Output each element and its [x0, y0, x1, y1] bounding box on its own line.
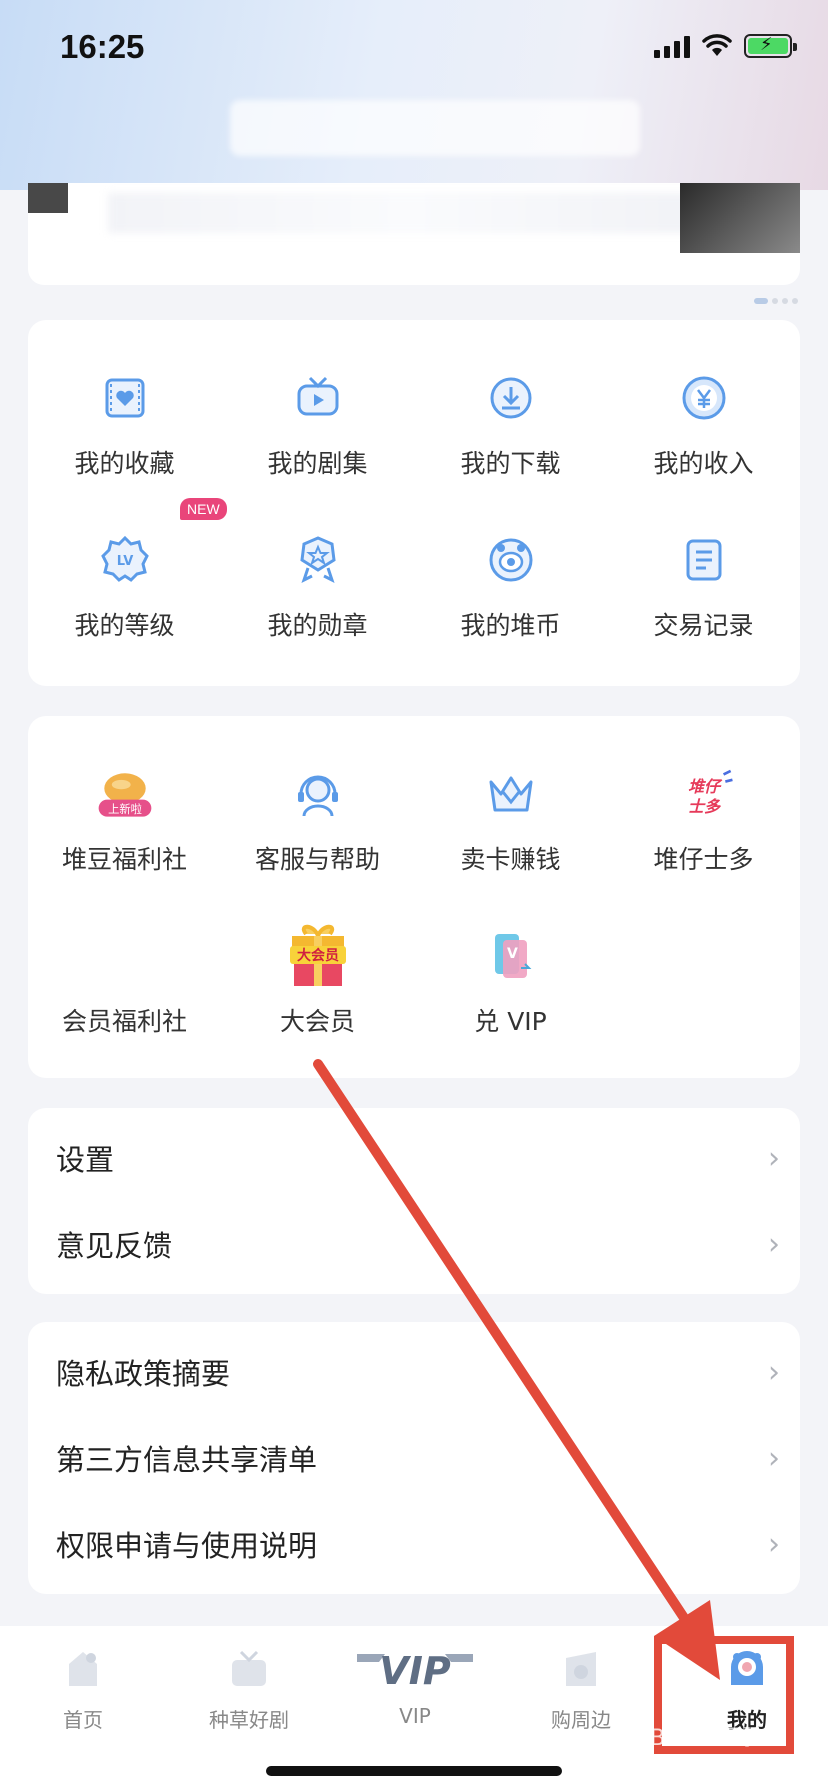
tab-shop-label: 购周边 [551, 1708, 611, 1732]
status-bar: 16:25 ⚡ [0, 0, 828, 100]
service-item[interactable]: 大会员 大会员 [221, 878, 414, 1040]
service-item-label: 堆仔士多 [653, 845, 754, 874]
svg-text:士多: 士多 [687, 797, 721, 816]
wifi-icon [702, 34, 732, 56]
account-feature-item[interactable]: 我的收入 [607, 320, 800, 482]
third-party-sharing-row[interactable]: 第三方信息共享清单 › [28, 1415, 800, 1501]
chevron-right-icon: › [768, 1140, 780, 1176]
headset-icon [286, 762, 350, 826]
service-item[interactable]: V 兑 VIP [414, 878, 607, 1040]
service-item-label: 会员福利社 [61, 1007, 187, 1036]
carousel-pager [754, 298, 798, 304]
level-badge-icon: LV [93, 528, 157, 592]
account-feature-item-label: 我的剧集 [267, 449, 368, 478]
account-feature-item[interactable]: 我的堆币 [414, 482, 607, 644]
third-party-sharing-label: 第三方信息共享清单 [56, 1443, 318, 1477]
chevron-right-icon: › [768, 1226, 780, 1262]
account-feature-item-label: 我的勋章 [267, 611, 368, 640]
home-icon [58, 1644, 108, 1694]
tab-home[interactable]: 首页 [0, 1626, 166, 1756]
svg-text:V: V [507, 946, 518, 962]
svg-text:大会员: 大会员 [297, 947, 339, 964]
store-logo-icon: 堆仔 士多 [672, 762, 736, 826]
chevron-right-icon: › [768, 1354, 780, 1390]
document-list-icon [672, 528, 736, 592]
shop-icon [556, 1644, 606, 1694]
permissions-row[interactable]: 权限申请与使用说明 › [28, 1501, 800, 1587]
account-feature-item[interactable]: 我的下载 [414, 320, 607, 482]
privacy-summary-label: 隐私政策摘要 [56, 1357, 231, 1391]
feedback-label: 意见反馈 [56, 1229, 173, 1263]
service-item[interactable]: 堆仔 士多 堆仔士多 [607, 716, 800, 878]
service-item-label: 兑 VIP [474, 1007, 547, 1036]
tv-icon [224, 1644, 274, 1694]
account-feature-item-label: 我的堆币 [460, 611, 561, 640]
vip-card-icon: V [479, 924, 543, 988]
service-item-label: 大会员 [279, 1007, 355, 1036]
account-feature-item-label: 交易记录 [653, 611, 754, 640]
banner-carousel[interactable] [28, 183, 800, 285]
service-item-label: 堆豆福利社 [61, 845, 187, 874]
account-features-card: 我的收藏 我的剧集 我的下载 我的收入 LV 我的等级 NEW 我的勋章 我的堆币 交易记录 [28, 320, 800, 686]
tv-play-icon [286, 366, 350, 430]
tab-recommend[interactable]: 种草好剧 [166, 1626, 332, 1756]
service-item[interactable]: 上新啦 堆豆福利社 [28, 716, 221, 878]
services-card: 上新啦 堆豆福利社 客服与帮助 卖卡赚钱 堆仔 士多 堆仔士多 会员福利社 大会员 大会员 V 兑 V… [28, 716, 800, 1078]
privacy-summary-row[interactable]: 隐私政策摘要 › [28, 1329, 800, 1415]
account-feature-item[interactable]: LV 我的等级 NEW [28, 482, 227, 644]
new-badge: NEW [180, 498, 227, 520]
svg-text:堆仔: 堆仔 [687, 777, 722, 796]
service-item[interactable]: 卖卡赚钱 [414, 716, 607, 878]
settings-row[interactable]: 设置 › [28, 1115, 800, 1201]
chevron-right-icon: › [768, 1526, 780, 1562]
home-indicator [266, 1766, 562, 1776]
tab-home-label: 首页 [63, 1708, 103, 1732]
yuan-coin-icon [672, 366, 736, 430]
service-item[interactable]: 客服与帮助 [221, 716, 414, 878]
account-feature-item-label: 我的收入 [653, 449, 754, 478]
account-feature-item[interactable]: 我的收藏 [28, 320, 221, 482]
status-time: 16:25 [60, 28, 145, 65]
tab-shop[interactable]: 购周边 [498, 1626, 664, 1756]
account-feature-item-label: 我的收藏 [74, 449, 175, 478]
service-item[interactable]: 会员福利社 [28, 878, 221, 1040]
account-feature-item[interactable]: 交易记录 [607, 482, 800, 644]
empty-icon-slot [93, 924, 157, 988]
chevron-right-icon: › [768, 1440, 780, 1476]
vip-logo-text: VIP [379, 1649, 451, 1692]
film-heart-icon [93, 366, 157, 430]
account-feature-item-label: 我的下载 [460, 449, 561, 478]
tab-vip-label: VIP [399, 1704, 431, 1728]
cellular-signal-icon [654, 34, 690, 58]
account-feature-item[interactable]: 我的剧集 [221, 320, 414, 482]
policies-card: 隐私政策摘要 › 第三方信息共享清单 › 权限申请与使用说明 › [28, 1322, 800, 1594]
watermark: Baidu 经验 [650, 1726, 764, 1751]
account-feature-item[interactable]: 我的勋章 [221, 482, 414, 644]
status-icons: ⚡ [654, 34, 797, 58]
service-item-label: 客服与帮助 [254, 845, 380, 874]
service-item-label: 卖卡赚钱 [460, 845, 561, 874]
permissions-label: 权限申请与使用说明 [56, 1529, 318, 1563]
coin-icon [479, 528, 543, 592]
blurred-title [230, 100, 640, 156]
account-feature-item-label: 我的等级 [74, 611, 175, 640]
svg-text:上新啦: 上新啦 [108, 802, 142, 816]
bean-icon: 上新啦 [93, 762, 157, 826]
tab-recommend-label: 种草好剧 [209, 1708, 289, 1732]
gift-box-icon: 大会员 [286, 924, 350, 988]
feedback-row[interactable]: 意见反馈 › [28, 1201, 800, 1287]
medal-icon [286, 528, 350, 592]
settings-label: 设置 [56, 1143, 115, 1177]
vip-logo-icon: VIP [355, 1644, 475, 1694]
tab-vip[interactable]: VIP VIP [332, 1626, 498, 1756]
svg-text:LV: LV [116, 554, 133, 569]
download-icon [479, 366, 543, 430]
crown-icon [479, 762, 543, 826]
battery-icon: ⚡ [744, 34, 797, 58]
settings-card: 设置 › 意见反馈 › [28, 1108, 800, 1294]
